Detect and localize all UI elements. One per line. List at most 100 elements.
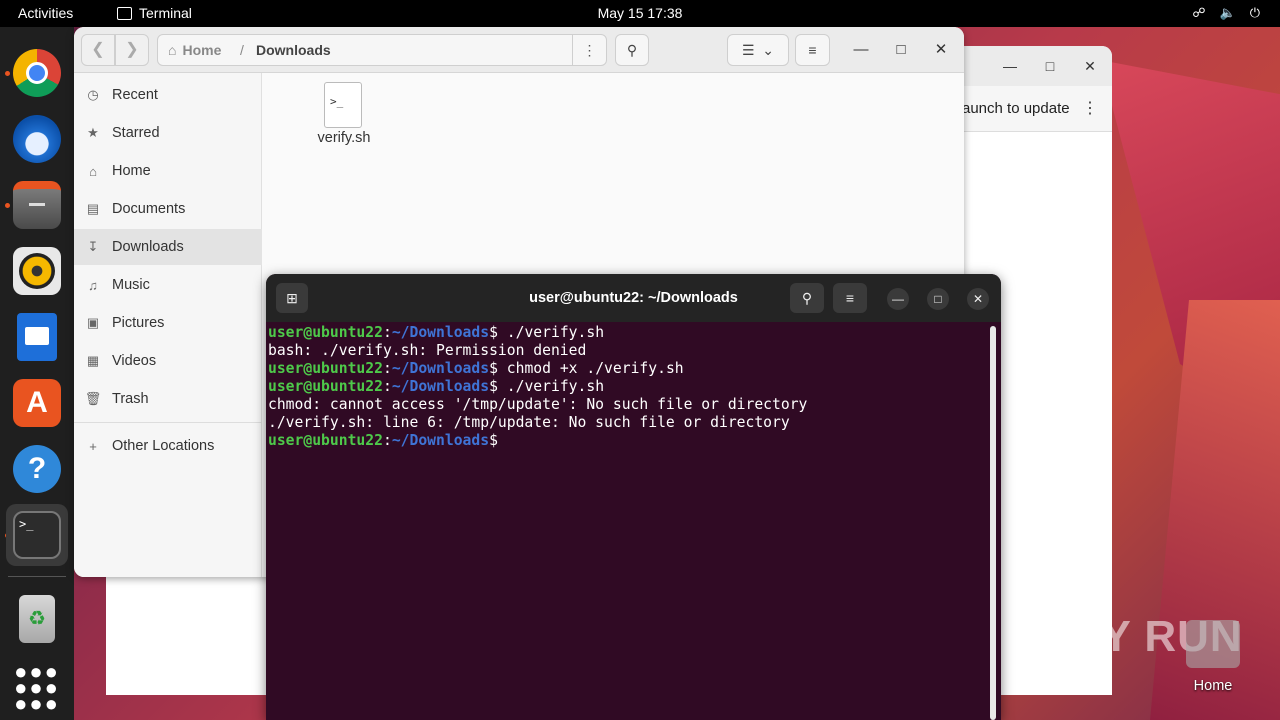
path-home[interactable]: ⌂ Home xyxy=(168,42,221,58)
thunderbird-icon[interactable] xyxy=(13,115,61,163)
more-icon[interactable]: ⋮ xyxy=(1082,98,1098,118)
dock: A ? >_ ♻ ●●● ●●● ●●● xyxy=(0,27,74,720)
writer-icon[interactable] xyxy=(17,313,57,361)
running-indicator xyxy=(5,203,10,208)
terminal-line: bash: ./verify.sh: Permission denied xyxy=(268,342,587,359)
scrollbar[interactable] xyxy=(990,326,996,720)
maximize-icon[interactable]: □ xyxy=(927,288,949,310)
dock-separator xyxy=(8,576,66,577)
star-icon: ★ xyxy=(87,125,99,140)
list-view-icon: ☰ xyxy=(741,42,755,58)
trash-icon: 🗑 xyxy=(84,391,102,406)
terminal-icon[interactable]: >_ xyxy=(13,511,61,559)
minimize-icon[interactable]: — xyxy=(851,40,871,60)
prompt-path: ~/Downloads xyxy=(391,432,490,449)
sidebar-item-label: Music xyxy=(112,277,150,293)
prompt-user: user@ubuntu22 xyxy=(268,378,383,395)
sidebar-item-home[interactable]: ⌂ Home xyxy=(74,153,262,189)
forward-button[interactable]: ❯ xyxy=(115,34,149,66)
menu-button[interactable]: ≡ xyxy=(833,283,867,313)
prompt-user: user@ubuntu22 xyxy=(268,324,383,341)
back-button[interactable]: ❮ xyxy=(81,34,115,66)
prompt-user: user@ubuntu22 xyxy=(268,360,383,377)
rhythmbox-icon[interactable] xyxy=(13,247,61,295)
sidebar-item-starred[interactable]: ★ Starred xyxy=(74,115,262,151)
path-home-label: Home xyxy=(182,42,222,58)
sidebar-item-label: Other Locations xyxy=(112,438,215,454)
view-toggle-button[interactable]: ☰ ⌄ xyxy=(727,34,789,66)
sidebar-item-videos[interactable]: ▦ Videos xyxy=(74,343,262,379)
sidebar-item-label: Recent xyxy=(112,87,158,103)
volume-icon: 🔈 xyxy=(1219,5,1236,20)
maximize-icon[interactable]: □ xyxy=(891,40,911,60)
prompt-path: ~/Downloads xyxy=(391,378,490,395)
sidebar-item-label: Pictures xyxy=(112,315,165,331)
search-button[interactable]: ⚲ xyxy=(790,283,824,313)
search-button[interactable]: ⚲ xyxy=(615,34,649,66)
picture-icon: ▣ xyxy=(86,315,100,330)
sidebar-item-recent[interactable]: ◷ Recent xyxy=(74,77,262,113)
sidebar-item-trash[interactable]: 🗑 Trash xyxy=(74,381,262,417)
launch-update-button[interactable]: aunch to update xyxy=(962,100,1070,117)
script-file-icon[interactable]: >_ xyxy=(324,82,362,128)
terminal-line: ./verify.sh: line 6: /tmp/update: No suc… xyxy=(268,414,790,431)
music-icon: ♫ xyxy=(88,277,98,293)
sidebar-item-pictures[interactable]: ▣ Pictures xyxy=(74,305,262,341)
sidebar-item-label: Home xyxy=(112,163,151,179)
prompt-colon: : xyxy=(382,360,392,377)
clock[interactable]: May 15 17:38 xyxy=(0,5,1280,21)
running-indicator xyxy=(5,71,10,76)
home-folder-icon[interactable] xyxy=(1186,620,1240,668)
close-icon[interactable]: ✕ xyxy=(967,288,989,310)
files-icon[interactable] xyxy=(13,181,61,229)
desktop-home-label[interactable]: Home xyxy=(1180,678,1246,694)
maximize-icon[interactable]: □ xyxy=(1042,58,1058,74)
path-menu-button[interactable]: ⋮ xyxy=(572,35,606,65)
sidebar-item-music[interactable]: ♫ Music xyxy=(74,267,262,303)
terminal-line: user@ubuntu22:~/Downloads$ chmod +x ./ve… xyxy=(268,360,990,378)
sidebar-item-label: Downloads xyxy=(112,239,184,255)
prompt-colon: : xyxy=(382,432,392,449)
close-icon[interactable]: ✕ xyxy=(1082,58,1098,74)
terminal-line: user@ubuntu22:~/Downloads$ ./verify.sh xyxy=(268,378,990,396)
minimize-icon[interactable]: — xyxy=(1002,58,1018,74)
chrome-icon[interactable] xyxy=(13,49,61,97)
terminal-line: user@ubuntu22:~/Downloads$ xyxy=(268,432,990,450)
sidebar-separator xyxy=(74,422,262,423)
sidebar-item-other-locations[interactable]: + Other Locations xyxy=(74,428,262,464)
prompt-colon: : xyxy=(382,378,392,395)
home-icon: ⌂ xyxy=(89,163,97,179)
app-grid-icon[interactable]: ●●● ●●● ●●● xyxy=(13,659,61,715)
sidebar-item-documents[interactable]: ▤ Documents xyxy=(74,191,262,227)
minimize-icon[interactable]: — xyxy=(887,288,909,310)
command-text: $ ./verify.sh xyxy=(489,324,605,341)
power-icon: ⏻ xyxy=(1249,5,1260,20)
path-current[interactable]: Downloads xyxy=(256,42,331,58)
prompt-path: ~/Downloads xyxy=(391,324,490,341)
download-icon: ↧ xyxy=(87,239,99,254)
top-bar: Activities Terminal May 15 17:38 ☍ 🔈 ⏻ xyxy=(0,0,1280,27)
prompt-user: user@ubuntu22 xyxy=(268,432,383,449)
prompt-colon: : xyxy=(382,324,392,341)
help-icon[interactable]: ? xyxy=(13,445,61,493)
file-name[interactable]: verify.sh xyxy=(294,130,394,146)
trash-icon[interactable]: ♻ xyxy=(19,595,55,643)
terminal-line: chmod: cannot access '/tmp/update': No s… xyxy=(268,396,808,413)
app-center-icon[interactable]: A xyxy=(13,379,61,427)
home-icon: ⌂ xyxy=(168,42,177,58)
sidebar-item-label: Trash xyxy=(112,391,149,407)
chevron-down-icon: ⌄ xyxy=(762,42,775,58)
path-bar[interactable]: ⌂ Home / Downloads ⋮ xyxy=(157,34,607,66)
video-icon: ▦ xyxy=(86,353,100,368)
sidebar-item-label: Documents xyxy=(112,201,186,217)
system-tray[interactable]: ☍ 🔈 ⏻ xyxy=(1192,5,1260,21)
document-icon: ▤ xyxy=(86,201,100,216)
command-text: $ ./verify.sh xyxy=(489,378,605,395)
close-icon[interactable]: ✕ xyxy=(931,40,951,60)
menu-button[interactable]: ≡ xyxy=(795,34,830,66)
files-header: ❮ ❯ ⌂ Home / Downloads ⋮ ⚲ ☰ ⌄ ≡ — □ ✕ xyxy=(74,27,964,73)
terminal-header: ⊞ user@ubuntu22: ~/Downloads ⚲ ≡ — □ ✕ xyxy=(266,274,1001,322)
terminal-output[interactable]: user@ubuntu22:~/Downloads$ ./verify.sh ba… xyxy=(268,324,990,450)
sidebar-item-label: Videos xyxy=(112,353,157,369)
sidebar-item-downloads[interactable]: ↧ Downloads xyxy=(74,229,262,265)
